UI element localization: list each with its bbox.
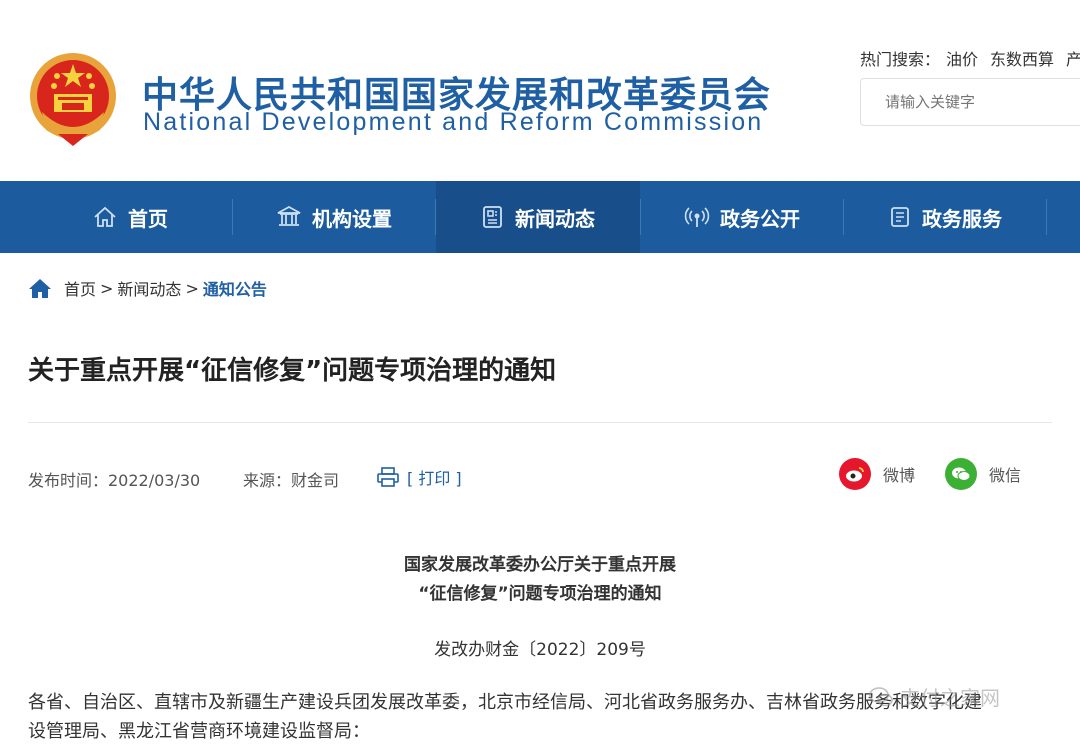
share-weibo-button[interactable]: 微博 [839, 458, 915, 490]
print-button[interactable]: [ 打印 ] [377, 465, 462, 489]
hot-search-item[interactable]: 油价 [946, 50, 978, 69]
watermark-text: 支付之家网 [900, 686, 1000, 710]
share-label: 微信 [989, 466, 1022, 485]
signal-icon [684, 207, 710, 227]
nav-divider [1046, 199, 1047, 235]
nav-item-home[interactable]: 首页 [28, 181, 232, 253]
nav-item-services[interactable]: 政务服务 [844, 181, 1046, 253]
doc-heading-line2: “征信修复”问题专项治理的通知 [418, 584, 662, 604]
site-header: 中华人民共和国国家发展和改革委员会 National Development a… [0, 0, 1080, 181]
national-emblem-logo[interactable] [28, 50, 118, 148]
nav-label: 政务公开 [720, 206, 800, 231]
hot-search-label: 热门搜索： [860, 50, 941, 69]
main-nav: 首页 机构设置 新闻动态 政务公开 政务服务 [0, 181, 1080, 253]
hot-search-item[interactable]: 东数西算 [990, 50, 1054, 69]
breadcrumb-separator: > [100, 278, 114, 298]
title-divider [28, 422, 1052, 423]
document-icon [891, 207, 909, 227]
document-number: 发改办财金〔2022〕209号 [434, 640, 646, 660]
print-label: [ 打印 ] [407, 469, 462, 488]
breadcrumb-home-link[interactable]: 首页 [64, 276, 96, 300]
wechat-icon [869, 686, 893, 706]
nav-item-organization[interactable]: 机构设置 [233, 181, 435, 253]
printer-icon [377, 467, 399, 487]
article-title: 关于重点开展“征信修复”问题专项治理的通知 [28, 356, 557, 386]
nav-label: 首页 [128, 206, 168, 231]
nav-label: 机构设置 [312, 206, 392, 231]
search-input[interactable] [860, 78, 1080, 126]
news-icon [483, 206, 502, 228]
article-source: 来源：财金司 [243, 471, 340, 490]
breadcrumb-current[interactable]: 通知公告 [203, 276, 267, 300]
share-label: 微博 [883, 466, 916, 485]
weibo-icon [839, 458, 871, 490]
breadcrumb: 首页 > 新闻动态 > 通知公告 [28, 276, 267, 300]
watermark: 支付之家网 [868, 682, 1000, 711]
breadcrumb-separator: > [185, 278, 199, 298]
site-title-en: National Development and Reform Commissi… [143, 108, 764, 136]
nav-label: 政务服务 [922, 206, 1002, 231]
home-icon[interactable] [28, 277, 52, 299]
nav-item-news[interactable]: 新闻动态 [436, 181, 640, 253]
publish-time: 发布时间：2022/03/30 [28, 471, 201, 490]
building-icon [277, 205, 301, 226]
nav-item-government-affairs[interactable]: 政务公开 [641, 181, 843, 253]
hot-search-item[interactable]: 产 [1066, 50, 1080, 69]
nav-label: 新闻动态 [515, 206, 595, 231]
breadcrumb-news-link[interactable]: 新闻动态 [117, 276, 181, 300]
home-icon [94, 206, 116, 227]
share-wechat-button[interactable]: 微信 [945, 458, 1021, 490]
hot-searches: 热门搜索： 油价 东数西算产 [860, 46, 1080, 70]
doc-heading-line1: 国家发展改革委办公厅关于重点开展 [404, 555, 676, 575]
body-line: 设管理局、黑龙江省营商环境建设监督局： [28, 721, 370, 742]
wechat-icon [945, 458, 977, 490]
